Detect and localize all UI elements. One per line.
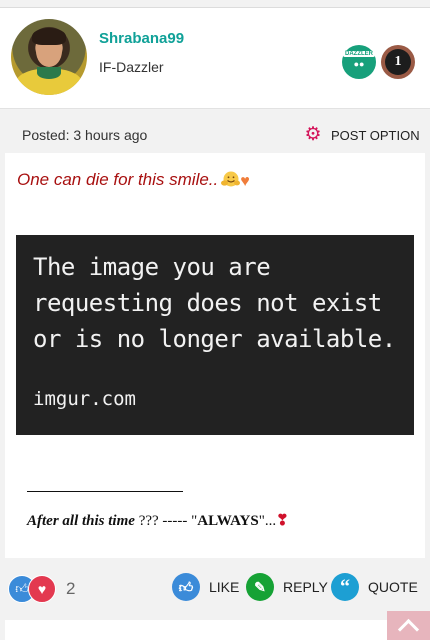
scroll-to-top-button[interactable] <box>387 611 430 640</box>
post-headline-text: One can die for this smile.. <box>17 170 219 189</box>
gear-icon: ⚙ <box>304 124 322 145</box>
people-icon: ●● <box>353 59 365 69</box>
reply-button[interactable]: ✎ REPLY <box>246 573 328 601</box>
username-link[interactable]: Shrabana99 <box>99 30 184 47</box>
post-option-button[interactable]: ⚙ POST OPTION <box>303 124 420 145</box>
pencil-icon: ✎ <box>246 573 274 601</box>
post-action-bar: 👍︎ ♥ 2 👍︎ LIKE ✎ REPLY “ QUOTE <box>0 558 430 620</box>
thumbs-up-icon: 👍︎ <box>172 573 200 601</box>
next-post-card <box>5 620 425 640</box>
post-content: One can die for this smile.. ♥ The image… <box>5 153 425 558</box>
chevron-up-icon <box>397 618 420 640</box>
like-label: LIKE <box>209 579 240 595</box>
horizontal-rule <box>27 491 183 492</box>
unavailable-image-placeholder: The image you are requesting does not ex… <box>16 235 414 435</box>
tagline-lead: After all this time <box>27 513 139 529</box>
like-button[interactable]: 👍︎ LIKE <box>172 573 239 601</box>
tagline-always: ALWAYS <box>197 513 259 529</box>
post-headline: One can die for this smile.. ♥ <box>17 170 250 191</box>
image-message-line: or is no longer available. <box>33 325 396 353</box>
reaction-count[interactable]: 2 <box>66 579 75 599</box>
reactions-summary[interactable]: 👍︎ ♥ <box>8 575 58 603</box>
rank-one-badge-label: 1 <box>385 49 411 75</box>
avatar[interactable] <box>11 19 87 95</box>
image-unavailable-message: The image you are requesting does not ex… <box>33 249 396 357</box>
orange-heart-icon: ♥ <box>240 173 250 190</box>
post-tagline: After all this time ??? ----- "ALWAYS"..… <box>27 511 289 530</box>
quote-button[interactable]: “ QUOTE <box>331 573 418 601</box>
tagline-question: ??? <box>138 513 159 529</box>
post-meta-bar: Posted: 3 hours ago ⚙ POST OPTION <box>0 109 430 153</box>
dazzler-badge-label: DAZZLER <box>343 51 375 57</box>
tagline-end: "... <box>258 513 277 529</box>
quote-icon: “ <box>331 573 359 601</box>
post-option-label: POST OPTION <box>331 127 420 143</box>
image-message-line: The image you are <box>33 253 271 281</box>
user-rank: IF-Dazzler <box>99 59 164 75</box>
user-header: Shrabana99 IF-Dazzler DAZZLER ●● 1 <box>0 8 430 108</box>
image-message-line: requesting does not exist <box>33 289 382 317</box>
posted-time: Posted: 3 hours ago <box>22 127 148 143</box>
hugging-face-icon <box>221 171 241 187</box>
image-domain: imgur.com <box>33 388 136 410</box>
tagline-dash: ----- " <box>158 513 198 529</box>
quote-label: QUOTE <box>368 579 418 595</box>
reply-label: REPLY <box>283 579 328 595</box>
rank-one-badge-icon: 1 <box>381 45 415 79</box>
heart-exclamation-icon: ❣ <box>276 513 289 529</box>
heart-reaction-icon: ♥ <box>28 575 56 603</box>
dazzler-badge-icon: DAZZLER ●● <box>342 45 376 79</box>
